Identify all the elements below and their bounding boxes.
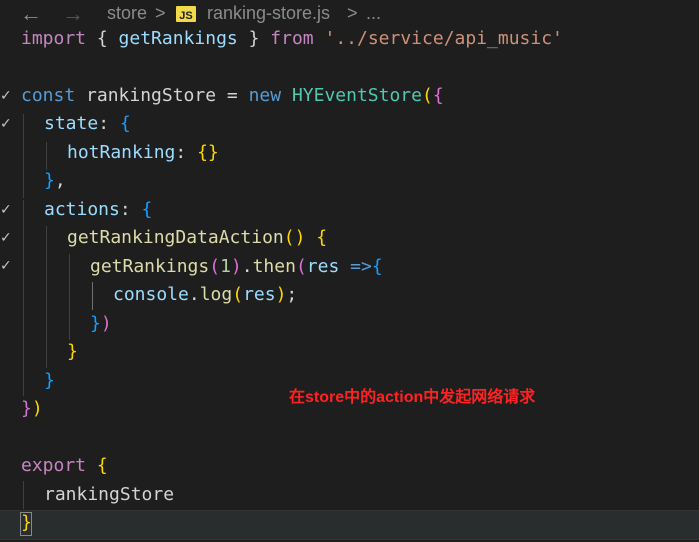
fold-chevron-icon[interactable]: ✓ (0, 116, 12, 132)
fold-chevron-icon[interactable]: ✓ (0, 230, 12, 246)
indent-guide (23, 114, 24, 198)
code-line: } (21, 512, 32, 533)
code-line: }) (21, 398, 43, 419)
code-line: state: { (44, 113, 131, 134)
indent-guide (46, 226, 47, 368)
code-line: import { getRankings } from '../service/… (21, 28, 563, 49)
code-line: console.log(res); (113, 284, 298, 305)
indent-guide (23, 200, 24, 396)
code-line: getRankingDataAction() { (67, 227, 328, 248)
indent-guide (46, 142, 47, 170)
code-line: getRankings(1).then(res =>{ (90, 256, 383, 277)
code-line: hotRanking: {} (67, 142, 219, 163)
fold-chevron-icon[interactable]: ✓ (0, 88, 12, 104)
fold-chevron-icon[interactable]: ✓ (0, 258, 12, 274)
indent-guide (23, 481, 24, 509)
fold-chevron-icon[interactable]: ✓ (0, 202, 12, 218)
code-line: const rankingStore = new HYEventStore({ (21, 85, 444, 106)
code-line: }) (90, 313, 112, 334)
indent-guide (69, 254, 70, 340)
current-line-highlight (0, 510, 699, 540)
annotation-text: 在store中的action中发起网络请求 (289, 389, 536, 406)
code-line: export { (21, 455, 108, 476)
code-line: } (44, 370, 55, 391)
indent-guide (92, 282, 93, 310)
code-line: actions: { (44, 199, 153, 220)
code-editor[interactable]: ✓ ✓ ✓ ✓ ✓ import { getRankings } from '.… (0, 0, 699, 542)
code-line: } (67, 341, 78, 362)
code-line: }, (44, 170, 66, 191)
code-line: rankingStore (44, 484, 175, 505)
